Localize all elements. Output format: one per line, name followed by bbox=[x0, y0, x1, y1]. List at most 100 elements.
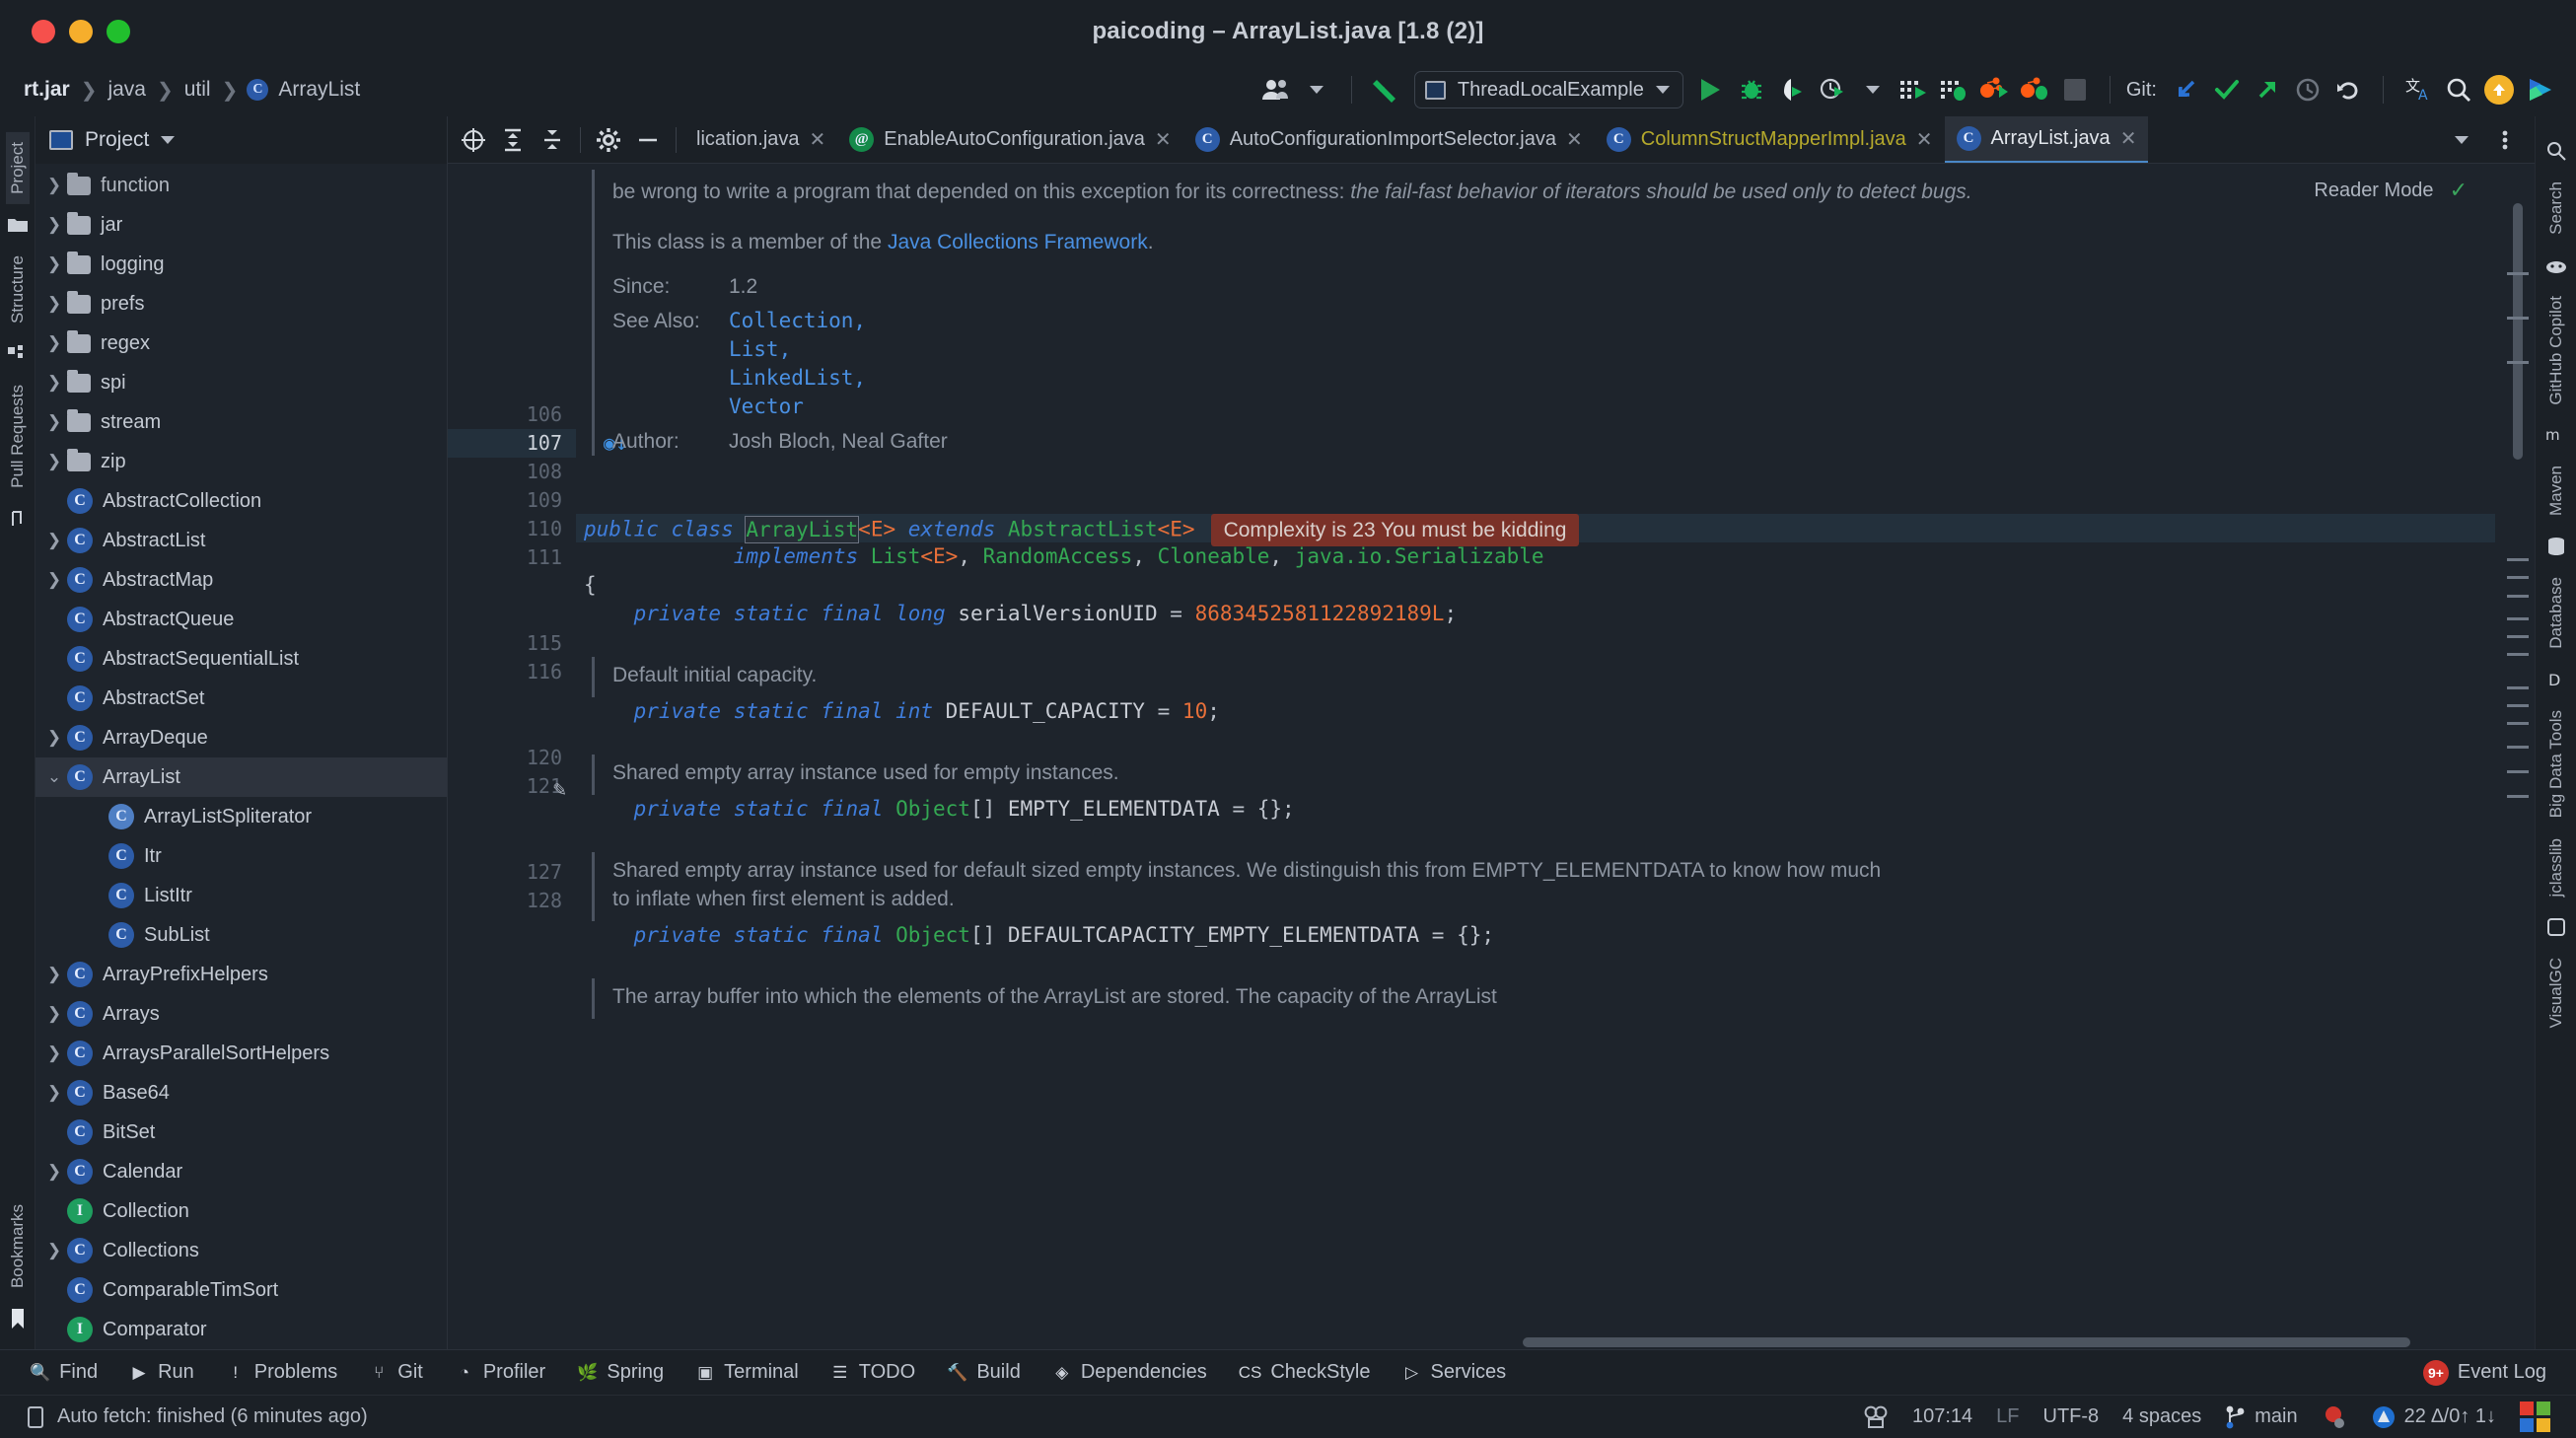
tree-item-abstractcollection[interactable]: CAbstractCollection bbox=[36, 481, 447, 521]
debug-all-icon[interactable] bbox=[1935, 71, 1972, 108]
file-encoding[interactable]: UTF-8 bbox=[2032, 1405, 2111, 1428]
chevron-right-icon[interactable]: ❯ bbox=[41, 452, 67, 471]
line-number[interactable]: 116 bbox=[448, 658, 576, 686]
debug-icon[interactable] bbox=[1733, 71, 1770, 108]
chevron-right-icon[interactable]: ❯ bbox=[41, 294, 67, 314]
stop-icon[interactable] bbox=[2056, 71, 2094, 108]
tool-window-run[interactable]: ▶Run bbox=[115, 1353, 208, 1393]
line-number[interactable]: 127 bbox=[448, 858, 576, 887]
chevron-right-icon[interactable]: ❯ bbox=[41, 1241, 67, 1260]
search-icon[interactable] bbox=[2545, 140, 2567, 162]
collapse-all-icon[interactable] bbox=[533, 120, 572, 160]
more-options-icon[interactable] bbox=[2485, 120, 2525, 160]
tree-item-logging[interactable]: ❯logging bbox=[36, 245, 447, 284]
tool-window-dependencies[interactable]: ◈Dependencies bbox=[1038, 1353, 1221, 1393]
git-commit-icon[interactable] bbox=[2208, 71, 2246, 108]
chevron-right-icon[interactable]: ❯ bbox=[41, 254, 67, 274]
chevron-right-icon[interactable]: ❯ bbox=[41, 1083, 67, 1103]
editor-scrollbar-thumb[interactable] bbox=[2513, 203, 2523, 460]
tab-lication-java[interactable]: lication.java✕ bbox=[684, 116, 837, 164]
tree-item-arrays[interactable]: ❯CArrays bbox=[36, 994, 447, 1034]
sidebar-item-project[interactable]: Project bbox=[6, 132, 30, 204]
tool-window-todo[interactable]: ☰TODO bbox=[817, 1353, 929, 1393]
javadoc-see-also-link[interactable]: Collection, bbox=[729, 307, 866, 335]
chevron-right-icon[interactable]: ❯ bbox=[41, 728, 67, 748]
inspection-widget[interactable]: 22 ∆/0↑ 1↓ bbox=[2359, 1404, 2508, 1430]
memory-run-icon[interactable] bbox=[1975, 71, 2013, 108]
code-line[interactable]: private static final int DEFAULT_CAPACIT… bbox=[576, 697, 2495, 726]
tree-item-listitr[interactable]: CListItr bbox=[36, 876, 447, 915]
tree-item-stream[interactable]: ❯stream bbox=[36, 402, 447, 442]
tree-item-collections[interactable]: ❯CCollections bbox=[36, 1231, 447, 1270]
tree-item-regex[interactable]: ❯regex bbox=[36, 324, 447, 363]
line-number[interactable]: 128 bbox=[448, 887, 576, 915]
close-icon[interactable]: ✕ bbox=[1916, 127, 1933, 152]
caret-position[interactable]: 107:14 bbox=[1900, 1405, 1984, 1428]
tool-window-services[interactable]: ▷Services bbox=[1388, 1353, 1520, 1393]
sidebar-item-bookmarks[interactable]: Bookmarks bbox=[6, 1194, 30, 1298]
scroll-marker-column[interactable] bbox=[2495, 164, 2535, 1349]
close-icon[interactable]: ✕ bbox=[2120, 126, 2137, 151]
tree-item-collection[interactable]: ICollection bbox=[36, 1191, 447, 1231]
gear-icon[interactable] bbox=[589, 120, 628, 160]
translate-icon[interactable]: 文A bbox=[2399, 71, 2437, 108]
code-line[interactable] bbox=[576, 628, 2495, 657]
chevron-right-icon[interactable]: ❯ bbox=[41, 1043, 67, 1063]
line-number[interactable]: 106 bbox=[448, 400, 576, 429]
code-line[interactable]: public class ArrayList<E> extends Abstra… bbox=[576, 514, 2495, 542]
line-separator[interactable]: LF bbox=[1984, 1405, 2031, 1428]
close-icon[interactable]: ✕ bbox=[1566, 127, 1583, 152]
ide-feature-icon[interactable] bbox=[2521, 71, 2558, 108]
tree-item-abstractsequentiallist[interactable]: CAbstractSequentialList bbox=[36, 639, 447, 679]
javadoc-see-also-link[interactable]: List, bbox=[729, 335, 866, 364]
chevron-down-icon[interactable] bbox=[161, 136, 175, 144]
code-content[interactable]: be wrong to write a program that depende… bbox=[576, 164, 2495, 1349]
line-number[interactable]: 107◉↓ bbox=[448, 429, 576, 458]
tool-window-git[interactable]: ⑂Git bbox=[355, 1353, 437, 1393]
notification-error-icon[interactable] bbox=[2310, 1404, 2359, 1430]
tab-columnstructmapperimpl-java[interactable]: CColumnStructMapperImpl.java✕ bbox=[1595, 116, 1945, 164]
sidebar-item-github-copilot[interactable]: GitHub Copilot bbox=[2544, 286, 2568, 415]
chevron-right-icon[interactable]: ❯ bbox=[41, 215, 67, 235]
tree-item-spi[interactable]: ❯spi bbox=[36, 363, 447, 402]
code-line[interactable]: private static final long serialVersionU… bbox=[576, 600, 2495, 628]
chevron-right-icon[interactable]: ❯ bbox=[41, 333, 67, 353]
tree-item-sublist[interactable]: CSubList bbox=[36, 915, 447, 955]
chevron-down-icon[interactable]: ⌄ bbox=[41, 767, 67, 787]
tab-arraylist-java[interactable]: CArrayList.java✕ bbox=[1945, 116, 2149, 164]
run-all-icon[interactable] bbox=[1895, 71, 1932, 108]
tree-item-function[interactable]: ❯function bbox=[36, 166, 447, 205]
code-line[interactable]: { bbox=[576, 571, 2495, 600]
chevron-right-icon[interactable]: ❯ bbox=[41, 1162, 67, 1182]
tree-item-jar[interactable]: ❯jar bbox=[36, 205, 447, 245]
run-configuration-selector[interactable]: ThreadLocalExample bbox=[1414, 71, 1683, 108]
sidebar-item-visualgc[interactable]: VisualGC bbox=[2544, 948, 2568, 1039]
tree-item-calendar[interactable]: ❯CCalendar bbox=[36, 1152, 447, 1191]
hide-panel-icon[interactable] bbox=[628, 120, 668, 160]
line-number[interactable]: 111 bbox=[448, 543, 576, 572]
chevron-right-icon[interactable]: ❯ bbox=[41, 965, 67, 984]
tree-item-itr[interactable]: CItr bbox=[36, 836, 447, 876]
git-history-icon[interactable] bbox=[2289, 71, 2326, 108]
visualgc-icon[interactable] bbox=[2545, 916, 2567, 938]
tree-item-abstractlist[interactable]: ❯CAbstractList bbox=[36, 521, 447, 560]
chevron-right-icon[interactable]: ❯ bbox=[41, 1004, 67, 1024]
chevron-right-icon[interactable]: ❯ bbox=[41, 373, 67, 393]
tool-window-find[interactable]: 🔍Find bbox=[16, 1353, 111, 1393]
edit-pencil-icon[interactable]: ✎ bbox=[553, 777, 566, 802]
chevron-right-icon[interactable]: ❯ bbox=[41, 531, 67, 550]
code-line[interactable]: private static final Object[] DEFAULTCAP… bbox=[576, 921, 2495, 950]
sidebar-item-big-data-tools[interactable]: Big Data Tools bbox=[2544, 700, 2568, 827]
run-with-coverage-icon[interactable] bbox=[1773, 71, 1811, 108]
tool-window-problems[interactable]: !Problems bbox=[212, 1353, 351, 1393]
tree-item-arrayprefixhelpers[interactable]: ❯CArrayPrefixHelpers bbox=[36, 955, 447, 994]
line-number[interactable]: 109 bbox=[448, 486, 576, 515]
tool-window-build[interactable]: 🔨Build bbox=[933, 1353, 1035, 1393]
code-line[interactable] bbox=[576, 824, 2495, 852]
sidebar-item-maven[interactable]: Maven bbox=[2544, 456, 2568, 526]
code-editor[interactable]: 106107◉↓108109110111115116120121127128✎ … bbox=[448, 164, 2535, 1349]
breadcrumb-item-arraylist[interactable]: ArrayList bbox=[276, 78, 362, 102]
project-tree[interactable]: ❯function❯jar❯logging❯prefs❯regex❯spi❯st… bbox=[36, 164, 447, 1349]
expand-all-icon[interactable] bbox=[493, 120, 533, 160]
run-icon[interactable] bbox=[1692, 71, 1730, 108]
